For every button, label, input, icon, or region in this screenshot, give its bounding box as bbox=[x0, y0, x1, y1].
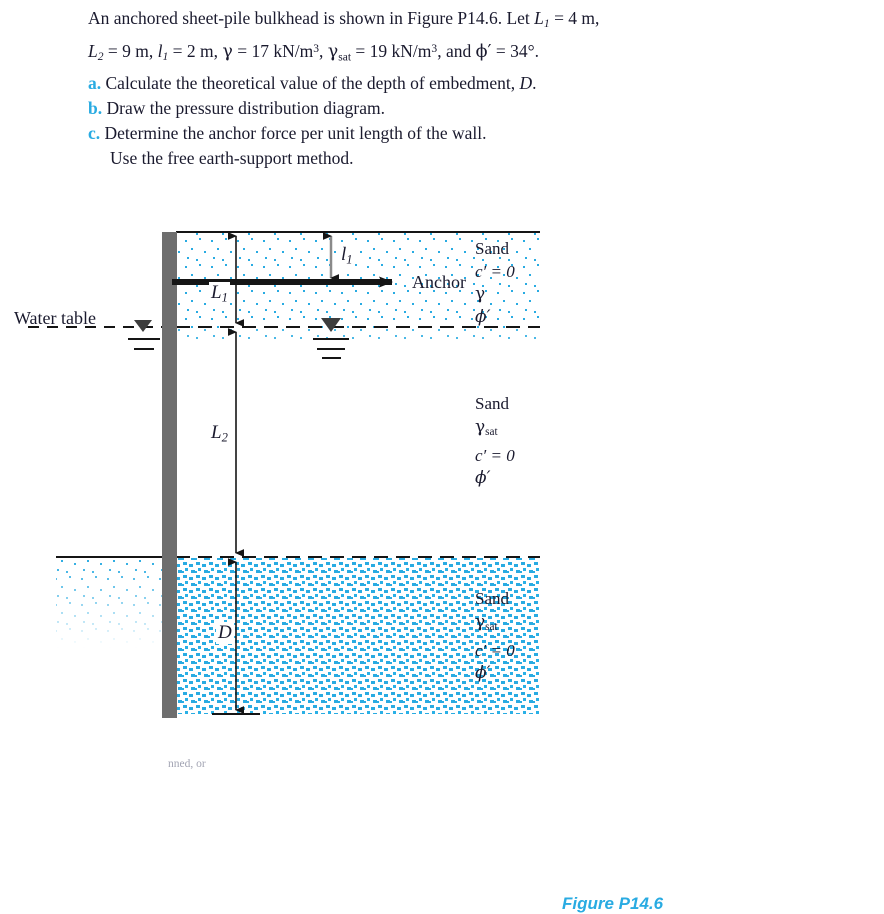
conjunction-and: , and bbox=[437, 41, 472, 62]
problem-intro-text: An anchored sheet-pile bulkhead is shown… bbox=[88, 8, 530, 28]
item-marker-c: c. bbox=[88, 122, 101, 143]
soil-upper-cohesion: c′ = 0 bbox=[475, 262, 515, 281]
item-text-a: Calculate the theoretical value of the d… bbox=[105, 72, 516, 93]
anchor-label: Anchor bbox=[412, 272, 466, 292]
figure-caption: Figure P14.6 bbox=[562, 894, 664, 913]
soil-middle-phi: ϕ′ bbox=[475, 468, 491, 489]
soil-upper-name: Sand bbox=[475, 239, 509, 258]
sheet-pile-wall bbox=[162, 232, 177, 718]
symbol-L1: L bbox=[534, 8, 544, 28]
soil-middle-gamma-sub: sat bbox=[485, 426, 498, 439]
figure-p14-6: Water table Anchor l1 L1 L2 D Sand c′ = … bbox=[0, 210, 884, 913]
symbol-D: D bbox=[519, 72, 533, 93]
soil-properties-middle: Sand γsat c′ = 0 ϕ′ bbox=[475, 392, 515, 490]
problem-line-2: L2 = 9 m, l1 = 2 m, γ = 17 kN/m3, γsat =… bbox=[88, 41, 539, 64]
dimension-label-L1: L1 bbox=[209, 282, 230, 306]
soil-middle-gamma: γ bbox=[475, 417, 486, 437]
value-L2: = 9 m, bbox=[107, 41, 154, 62]
problem-note: Use the free earth-support method. bbox=[110, 147, 354, 168]
soil-lower-cohesion: c′ = 0 bbox=[475, 641, 515, 661]
value-phi: = 34°. bbox=[495, 41, 539, 62]
symbol-L2-sub: 2 bbox=[97, 51, 104, 64]
soil-lower-name: Sand bbox=[475, 589, 509, 608]
value-l1: = 2 m, bbox=[172, 41, 219, 62]
soil-middle-name: Sand bbox=[475, 394, 509, 413]
soil-layer-lower-sand bbox=[56, 558, 540, 714]
symbol-L2: L bbox=[88, 41, 98, 62]
symbol-phi: ϕ′ bbox=[475, 42, 492, 63]
item-text-a-post: . bbox=[532, 72, 537, 93]
soil-upper-phi: ϕ′ bbox=[475, 307, 491, 327]
symbol-gamma-sat: γ bbox=[327, 42, 339, 63]
soil-upper-gamma: γ bbox=[475, 284, 486, 304]
item-text-c: Determine the anchor force per unit leng… bbox=[104, 122, 487, 143]
item-text-b: Draw the pressure distribution diagram. bbox=[106, 97, 385, 118]
soil-middle-cohesion: c′ = 0 bbox=[475, 446, 515, 466]
item-marker-b: b. bbox=[88, 97, 103, 118]
problem-item-c: c. Determine the anchor force per unit l… bbox=[88, 121, 878, 146]
dimension-label-L2: L2 bbox=[209, 422, 230, 446]
problem-item-a: a. Calculate the theoretical value of th… bbox=[88, 71, 878, 96]
item-marker-a: a. bbox=[88, 72, 102, 93]
problem-statement: An anchored sheet-pile bulkhead is shown… bbox=[88, 6, 878, 171]
water-table-label: Water table bbox=[14, 308, 97, 328]
value-gamma: = 17 kN/m bbox=[237, 41, 314, 62]
soil-properties-lower: Sand γsat c′ = 0 ϕ′ bbox=[475, 587, 515, 685]
dimension-label-D: D bbox=[216, 622, 234, 644]
value-L1: = 4 m, bbox=[554, 8, 600, 28]
symbol-gamma-sat-sub: sat bbox=[338, 51, 352, 64]
soil-lower-gamma-sub: sat bbox=[485, 621, 498, 634]
problem-line-1: An anchored sheet-pile bulkhead is shown… bbox=[88, 6, 878, 37]
symbol-l1-sub: 1 bbox=[162, 51, 169, 64]
soil-lower-gamma: γ bbox=[475, 612, 486, 632]
problem-item-b: b. Draw the pressure distribution diagra… bbox=[88, 96, 878, 121]
value-gamma-sat: = 19 kN/m bbox=[355, 41, 432, 62]
soil-properties-upper: Sand c′ = 0 γ ϕ′ bbox=[475, 237, 515, 329]
soil-lower-phi: ϕ′ bbox=[475, 663, 491, 684]
symbol-L1-sub: 1 bbox=[543, 18, 550, 31]
water-table-symbol-left bbox=[128, 320, 160, 350]
dimension-label-l1: l1 bbox=[339, 244, 355, 268]
symbol-gamma: γ bbox=[222, 42, 233, 63]
page-footer-text: nned, or bbox=[168, 758, 206, 770]
